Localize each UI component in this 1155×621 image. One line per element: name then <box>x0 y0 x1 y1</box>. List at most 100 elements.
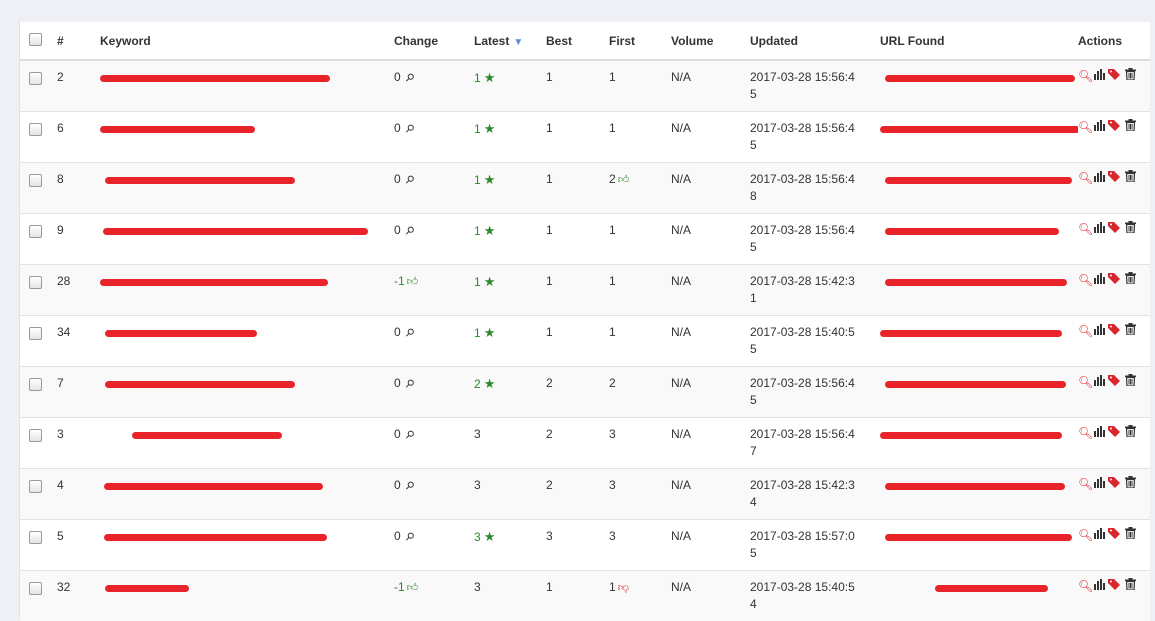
row-select-cell[interactable] <box>20 571 57 621</box>
search-icon[interactable]: 🔍︎ <box>1078 120 1092 134</box>
row-select-cell[interactable] <box>20 60 57 112</box>
header-best[interactable]: Best <box>546 22 609 60</box>
search-icon[interactable]: 🔍︎ <box>1078 69 1092 83</box>
bar-chart-icon[interactable] <box>1093 69 1107 83</box>
bar-chart-icon[interactable] <box>1093 477 1107 491</box>
search-icon[interactable]: 🔍︎ <box>1078 324 1092 338</box>
url-found-cell[interactable] <box>880 418 1078 439</box>
url-found-cell[interactable] <box>880 520 1078 541</box>
bar-chart-icon[interactable] <box>1093 273 1107 287</box>
bar-chart-icon[interactable] <box>1093 579 1107 593</box>
header-updated[interactable]: Updated <box>750 22 880 60</box>
url-found-cell[interactable] <box>880 367 1078 388</box>
tag-icon[interactable] <box>1108 425 1122 440</box>
url-found-cell[interactable] <box>880 469 1078 490</box>
url-found-cell[interactable] <box>880 61 1078 82</box>
table-row[interactable]: 3 0⚲ 3 2 3 N/A 2017-03-28 15:56:47 🔍︎ <box>20 418 1150 469</box>
search-icon[interactable]: 🔍︎ <box>1078 426 1092 440</box>
row-checkbox[interactable] <box>29 174 42 187</box>
trash-icon[interactable] <box>1123 374 1137 389</box>
table-row[interactable]: 32 -1👍︎ 3 1 1👎︎ N/A 2017-03-28 15:40:54 … <box>20 571 1150 621</box>
bar-chart-icon[interactable] <box>1093 375 1107 389</box>
bar-chart-icon[interactable] <box>1093 426 1107 440</box>
table-row[interactable]: 34 0⚲ 1★ 1 1 N/A 2017-03-28 15:40:55 🔍︎ <box>20 316 1150 367</box>
row-select-cell[interactable] <box>20 418 57 469</box>
url-found-cell[interactable] <box>880 571 1078 592</box>
sort-down-icon[interactable]: ▼ <box>513 37 523 48</box>
table-row[interactable]: 9 0⚲ 1★ 1 1 N/A 2017-03-28 15:56:45 🔍︎ <box>20 214 1150 265</box>
keyword-cell[interactable] <box>100 112 394 133</box>
tag-icon[interactable] <box>1108 170 1122 185</box>
row-select-cell[interactable] <box>20 214 57 265</box>
trash-icon[interactable] <box>1123 476 1137 491</box>
row-select-cell[interactable] <box>20 367 57 418</box>
row-checkbox[interactable] <box>29 582 42 595</box>
keyword-cell[interactable] <box>100 61 394 82</box>
tag-icon[interactable] <box>1108 578 1122 593</box>
keyword-cell[interactable] <box>100 163 394 184</box>
table-row[interactable]: 7 0⚲ 2★ 2 2 N/A 2017-03-28 15:56:45 🔍︎ <box>20 367 1150 418</box>
table-row[interactable]: 28 -1👍︎ 1★ 1 1 N/A 2017-03-28 15:42:31 🔍… <box>20 265 1150 316</box>
url-found-cell[interactable] <box>880 316 1078 337</box>
search-icon[interactable]: 🔍︎ <box>1078 171 1092 185</box>
bar-chart-icon[interactable] <box>1093 120 1107 134</box>
header-keyword[interactable]: Keyword <box>100 22 394 60</box>
trash-icon[interactable] <box>1123 68 1137 83</box>
row-checkbox[interactable] <box>29 480 42 493</box>
trash-icon[interactable] <box>1123 170 1137 185</box>
tag-icon[interactable] <box>1108 374 1122 389</box>
keyword-cell[interactable] <box>100 367 394 388</box>
keyword-cell[interactable] <box>100 418 394 439</box>
tag-icon[interactable] <box>1108 119 1122 134</box>
header-num[interactable]: # <box>57 22 100 60</box>
keyword-cell[interactable] <box>100 265 394 286</box>
bar-chart-icon[interactable] <box>1093 222 1107 236</box>
row-checkbox[interactable] <box>29 531 42 544</box>
row-checkbox[interactable] <box>29 429 42 442</box>
table-row[interactable]: 8 0⚲ 1★ 1 2👍︎ N/A 2017-03-28 15:56:48 🔍︎ <box>20 163 1150 214</box>
trash-icon[interactable] <box>1123 119 1137 134</box>
url-found-cell[interactable] <box>880 214 1078 235</box>
url-found-cell[interactable] <box>880 163 1078 184</box>
search-icon[interactable]: 🔍︎ <box>1078 222 1092 236</box>
header-select-all[interactable] <box>20 22 57 60</box>
bar-chart-icon[interactable] <box>1093 171 1107 185</box>
row-select-cell[interactable] <box>20 112 57 163</box>
trash-icon[interactable] <box>1123 323 1137 338</box>
tag-icon[interactable] <box>1108 68 1122 83</box>
keyword-cell[interactable] <box>100 316 394 337</box>
bar-chart-icon[interactable] <box>1093 324 1107 338</box>
row-checkbox[interactable] <box>29 225 42 238</box>
table-row[interactable]: 6 0⚲ 1★ 1 1 N/A 2017-03-28 15:56:45 🔍︎ <box>20 112 1150 163</box>
row-checkbox[interactable] <box>29 276 42 289</box>
table-row[interactable]: 5 0⚲ 3★ 3 3 N/A 2017-03-28 15:57:05 🔍︎ <box>20 520 1150 571</box>
table-row[interactable]: 4 0⚲ 3 2 3 N/A 2017-03-28 15:42:34 🔍︎ <box>20 469 1150 520</box>
tag-icon[interactable] <box>1108 221 1122 236</box>
bar-chart-icon[interactable] <box>1093 528 1107 542</box>
keyword-cell[interactable] <box>100 571 394 592</box>
url-found-cell[interactable] <box>880 112 1078 133</box>
url-found-cell[interactable] <box>880 265 1078 286</box>
header-latest[interactable]: Latest▼ <box>474 22 546 60</box>
row-select-cell[interactable] <box>20 265 57 316</box>
header-first[interactable]: First <box>609 22 671 60</box>
row-checkbox[interactable] <box>29 378 42 391</box>
header-change[interactable]: Change <box>394 22 474 60</box>
trash-icon[interactable] <box>1123 425 1137 440</box>
search-icon[interactable]: 🔍︎ <box>1078 579 1092 593</box>
tag-icon[interactable] <box>1108 272 1122 287</box>
row-checkbox[interactable] <box>29 72 42 85</box>
header-volume[interactable]: Volume <box>671 22 750 60</box>
row-select-cell[interactable] <box>20 520 57 571</box>
search-icon[interactable]: 🔍︎ <box>1078 528 1092 542</box>
trash-icon[interactable] <box>1123 272 1137 287</box>
trash-icon[interactable] <box>1123 221 1137 236</box>
tag-icon[interactable] <box>1108 323 1122 338</box>
row-select-cell[interactable] <box>20 163 57 214</box>
trash-icon[interactable] <box>1123 527 1137 542</box>
search-icon[interactable]: 🔍︎ <box>1078 477 1092 491</box>
tag-icon[interactable] <box>1108 476 1122 491</box>
row-select-cell[interactable] <box>20 316 57 367</box>
keyword-cell[interactable] <box>100 214 394 235</box>
trash-icon[interactable] <box>1123 578 1137 593</box>
